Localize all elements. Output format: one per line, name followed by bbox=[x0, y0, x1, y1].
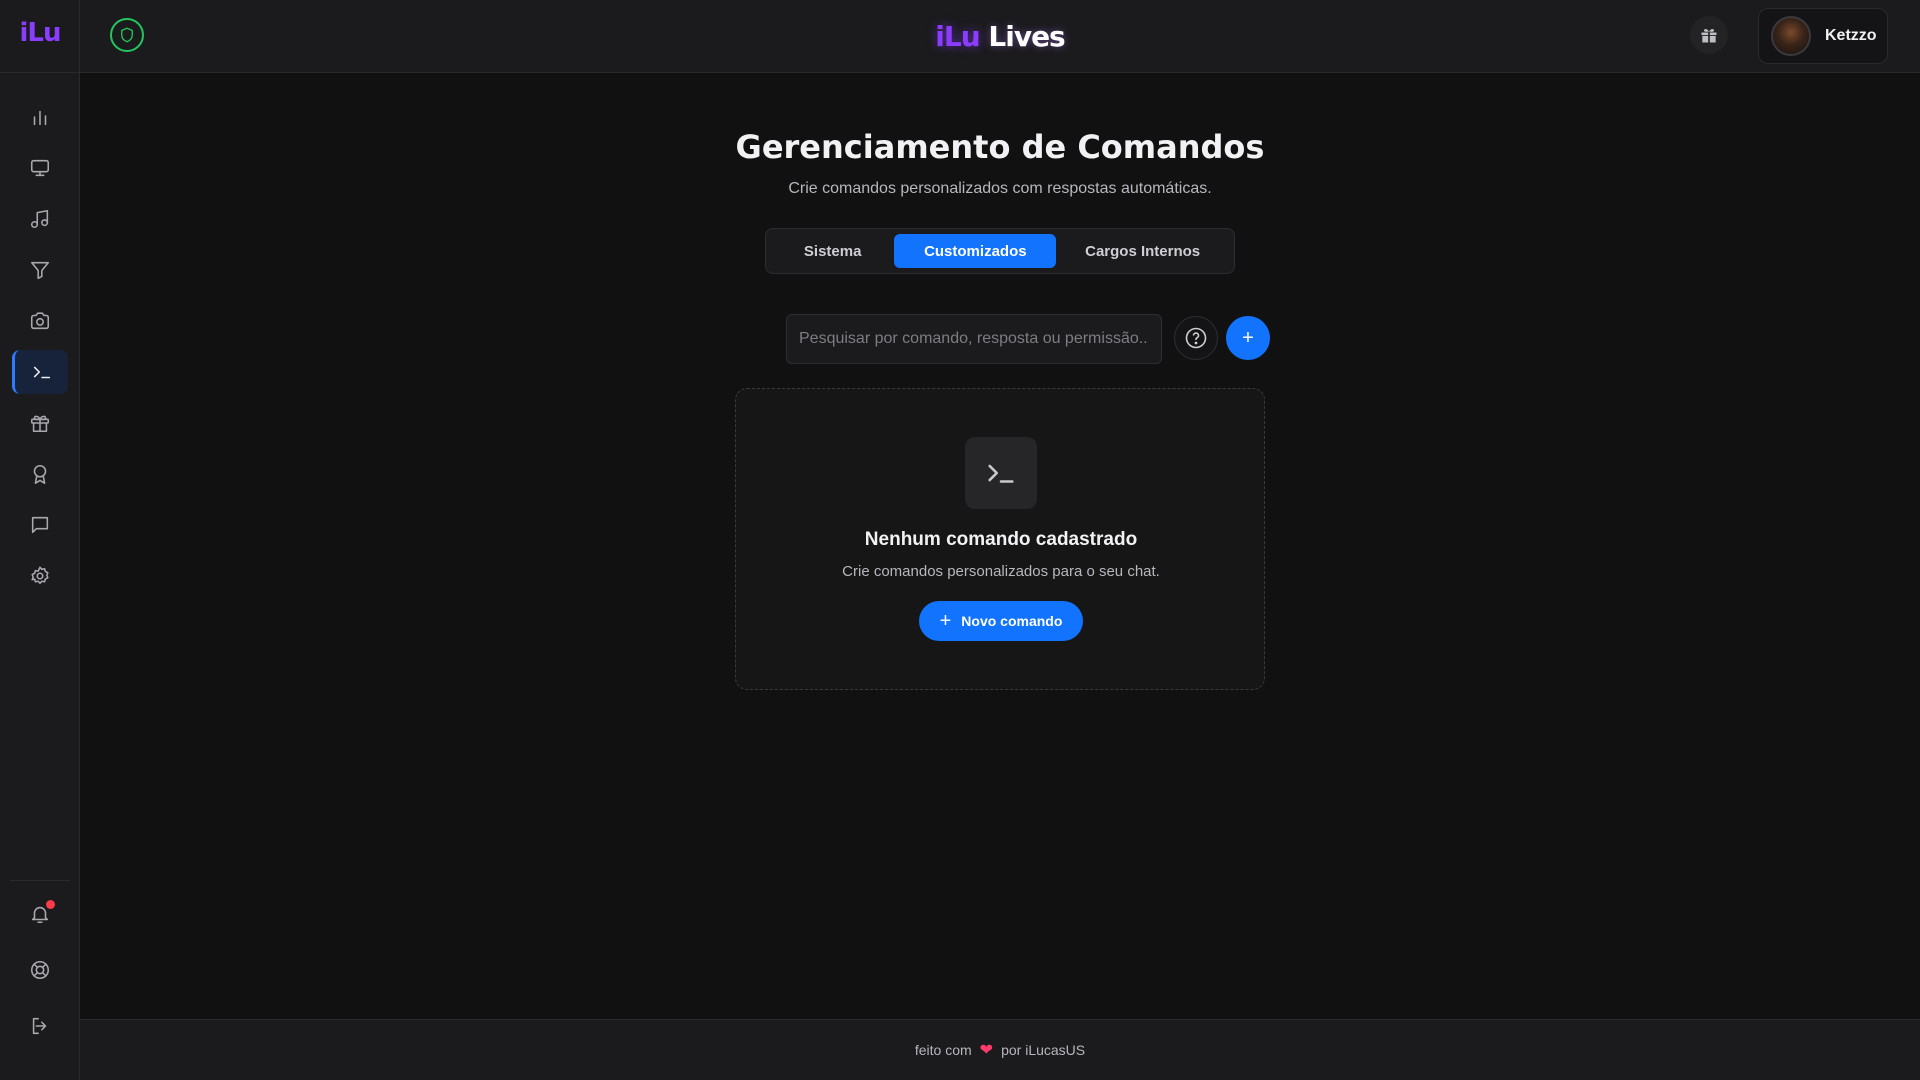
tab-sistema[interactable]: Sistema bbox=[771, 234, 894, 268]
sidebar-item-support[interactable] bbox=[12, 948, 68, 992]
logout-icon bbox=[32, 1017, 47, 1035]
gift-button[interactable] bbox=[1690, 16, 1728, 54]
footer: feito com ❤ por iLucasUS bbox=[80, 1019, 1920, 1080]
terminal-icon bbox=[33, 366, 50, 379]
user-menu[interactable]: Ketzzo bbox=[1758, 8, 1888, 64]
page-subtitle: Crie comandos personalizados com respost… bbox=[788, 180, 1212, 197]
sidebar-divider bbox=[0, 72, 80, 73]
sidebar: iLu bbox=[0, 0, 80, 1080]
chat-icon bbox=[31, 516, 49, 534]
new-command-button[interactable]: + Novo comando bbox=[919, 601, 1083, 641]
sidebar-item-chat[interactable] bbox=[12, 503, 68, 547]
filter-icon bbox=[30, 261, 50, 280]
camera-icon bbox=[30, 312, 50, 330]
music-icon bbox=[30, 209, 49, 229]
sidebar-item-rewards[interactable] bbox=[12, 401, 68, 445]
page-title: Gerenciamento de Comandos bbox=[735, 128, 1265, 166]
monitor-icon bbox=[30, 159, 50, 177]
empty-state-title: Nenhum comando cadastrado bbox=[864, 529, 1138, 550]
help-button[interactable] bbox=[1174, 316, 1218, 360]
sidebar-item-filters[interactable] bbox=[12, 248, 68, 292]
heart-icon: ❤ bbox=[979, 1042, 994, 1059]
search-input[interactable] bbox=[786, 314, 1162, 364]
tab-customizados[interactable]: Customizados bbox=[894, 234, 1057, 268]
tabs: Sistema Customizados Cargos Internos bbox=[765, 228, 1235, 274]
sidebar-logo[interactable]: iLu bbox=[0, 18, 80, 48]
award-icon bbox=[33, 464, 47, 484]
brand-logo[interactable]: iLu Lives bbox=[80, 20, 1920, 53]
empty-state-subtitle: Crie comandos personalizados para o seu … bbox=[842, 563, 1160, 580]
plus-icon: + bbox=[939, 610, 952, 632]
empty-state-icon bbox=[965, 437, 1037, 509]
sidebar-item-dashboard[interactable] bbox=[12, 95, 68, 139]
brand-part-2: Lives bbox=[988, 20, 1065, 53]
gift-icon bbox=[1701, 28, 1717, 43]
gear-icon bbox=[31, 566, 49, 585]
sidebar-item-overlays[interactable] bbox=[12, 146, 68, 190]
new-command-label: Novo comando bbox=[961, 613, 1063, 629]
avatar bbox=[1771, 16, 1811, 56]
user-name: Ketzzo bbox=[1825, 27, 1877, 44]
sidebar-divider bbox=[10, 880, 70, 881]
sidebar-item-achievements[interactable] bbox=[12, 452, 68, 496]
sidebar-item-music[interactable] bbox=[12, 197, 68, 241]
terminal-icon bbox=[988, 464, 1014, 483]
brand-part-1: iLu bbox=[935, 20, 980, 53]
sidebar-item-camera[interactable] bbox=[12, 299, 68, 343]
tab-cargos-internos[interactable]: Cargos Internos bbox=[1056, 234, 1229, 268]
chart-icon bbox=[33, 110, 47, 126]
sidebar-item-notifications[interactable] bbox=[12, 892, 68, 936]
top-bar: iLu Lives Ketzzo bbox=[80, 0, 1920, 73]
gift-icon bbox=[30, 415, 50, 433]
lifebuoy-icon bbox=[30, 960, 50, 980]
footer-prefix: feito com bbox=[914, 1042, 972, 1058]
help-icon bbox=[1185, 327, 1207, 349]
notification-badge bbox=[46, 900, 55, 909]
sidebar-item-settings[interactable] bbox=[12, 554, 68, 598]
footer-suffix[interactable]: por iLucasUS bbox=[1001, 1042, 1085, 1058]
empty-state: Nenhum comando cadastrado Crie comandos … bbox=[735, 388, 1265, 690]
add-command-button[interactable]: + bbox=[1226, 316, 1270, 360]
sidebar-item-commands[interactable] bbox=[12, 350, 68, 394]
sidebar-item-logout[interactable] bbox=[12, 1004, 68, 1048]
